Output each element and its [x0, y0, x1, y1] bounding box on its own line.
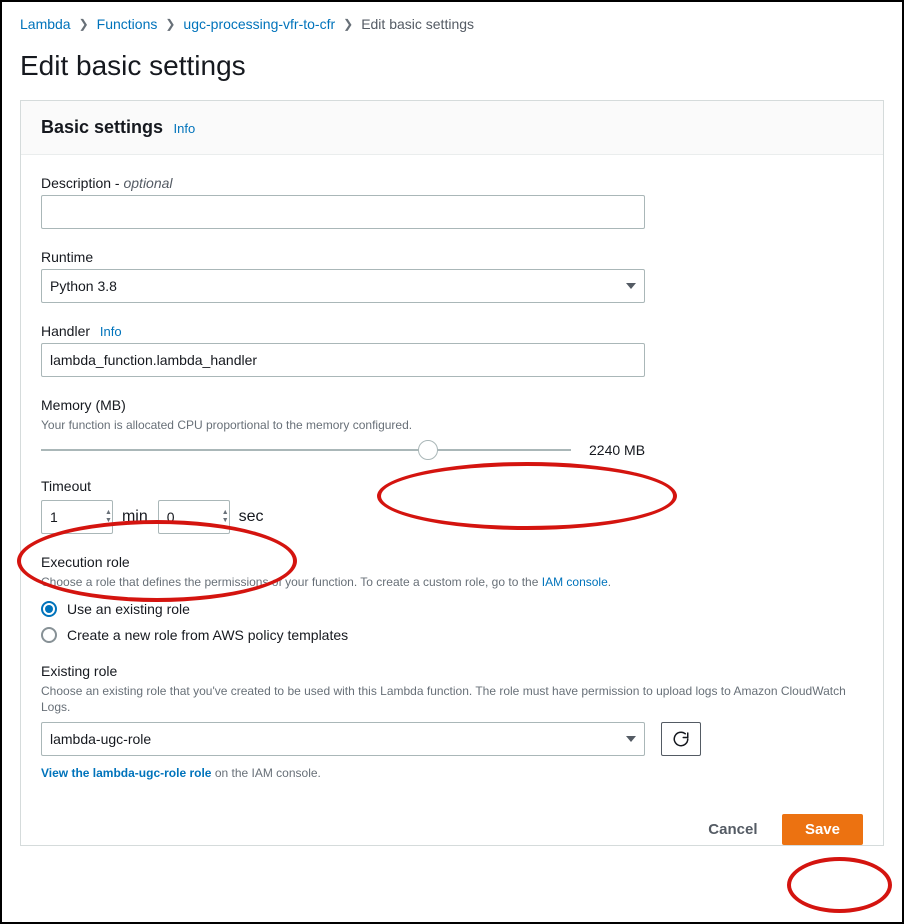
memory-helper: Your function is allocated CPU proportio… — [41, 417, 863, 434]
panel-title: Basic settings — [41, 117, 163, 137]
breadcrumb: Lambda ❯ Functions ❯ ugc-processing-vfr-… — [20, 16, 884, 32]
refresh-button[interactable] — [661, 722, 701, 756]
annotation-save — [787, 857, 892, 913]
timeout-label: Timeout — [41, 478, 863, 494]
execution-role-label: Execution role — [41, 554, 863, 570]
breadcrumb-lambda[interactable]: Lambda — [20, 16, 71, 32]
memory-value: 2240 MB — [589, 442, 645, 458]
existing-role-helper: Choose an existing role that you've crea… — [41, 683, 863, 717]
timeout-sec-input[interactable] — [158, 500, 230, 534]
panel-info-link[interactable]: Info — [174, 121, 196, 136]
memory-field: Memory (MB) Your function is allocated C… — [41, 397, 863, 458]
description-label-dash: - — [111, 175, 123, 191]
handler-label: Handler Info — [41, 323, 863, 339]
existing-role-select[interactable]: lambda-ugc-role — [41, 722, 645, 756]
description-label: Description - optional — [41, 175, 863, 191]
memory-label: Memory (MB) — [41, 397, 863, 413]
existing-role-value: lambda-ugc-role — [50, 731, 151, 747]
action-row: Cancel Save — [21, 800, 883, 845]
runtime-value: Python 3.8 — [50, 278, 117, 294]
breadcrumb-functions[interactable]: Functions — [97, 16, 158, 32]
caret-down-icon — [626, 736, 636, 742]
radio-create-label: Create a new role from AWS policy templa… — [67, 627, 348, 643]
basic-settings-panel: Basic settings Info Description - option… — [20, 100, 884, 846]
radio-unchecked-icon — [41, 627, 57, 643]
execution-role-helper-suffix: . — [608, 575, 611, 589]
description-label-text: Description — [41, 175, 111, 191]
chevron-right-icon: ❯ — [165, 17, 175, 31]
handler-input[interactable] — [41, 343, 645, 377]
chevron-right-icon: ❯ — [343, 17, 353, 31]
chevron-right-icon: ❯ — [79, 17, 89, 31]
memory-slider[interactable] — [41, 449, 571, 451]
timeout-sec-unit: sec — [239, 508, 264, 526]
radio-create-role[interactable]: Create a new role from AWS policy templa… — [41, 627, 863, 643]
panel-header: Basic settings Info — [21, 101, 883, 155]
handler-field: Handler Info — [41, 323, 863, 377]
timeout-min-input[interactable] — [41, 500, 113, 534]
breadcrumb-current: Edit basic settings — [361, 16, 474, 32]
existing-role-field: Existing role Choose an existing role th… — [41, 663, 863, 781]
handler-label-text: Handler — [41, 323, 90, 339]
radio-existing-role[interactable]: Use an existing role — [41, 601, 863, 617]
save-button[interactable]: Save — [782, 814, 863, 845]
execution-role-field: Execution role Choose a role that define… — [41, 554, 863, 643]
refresh-icon — [672, 730, 690, 748]
radio-checked-icon — [41, 601, 57, 617]
view-role-suffix: on the IAM console. — [211, 766, 320, 780]
runtime-select[interactable]: Python 3.8 — [41, 269, 645, 303]
iam-console-link[interactable]: IAM console — [542, 575, 608, 589]
description-field: Description - optional — [41, 175, 863, 229]
memory-slider-thumb[interactable] — [418, 440, 438, 460]
view-role-link[interactable]: View the lambda-ugc-role role — [41, 766, 211, 780]
breadcrumb-function-name[interactable]: ugc-processing-vfr-to-cfr — [183, 16, 335, 32]
radio-existing-label: Use an existing role — [67, 601, 190, 617]
execution-role-helper: Choose a role that defines the permissio… — [41, 574, 863, 591]
timeout-field: Timeout ▲▼ min ▲▼ sec — [41, 478, 863, 534]
description-label-optional: optional — [123, 175, 172, 191]
runtime-label: Runtime — [41, 249, 863, 265]
cancel-button[interactable]: Cancel — [708, 821, 757, 838]
page-title: Edit basic settings — [20, 50, 884, 82]
execution-role-helper-text: Choose a role that defines the permissio… — [41, 575, 542, 589]
description-input[interactable] — [41, 195, 645, 229]
timeout-min-unit: min — [122, 508, 148, 526]
handler-info-link[interactable]: Info — [100, 324, 122, 339]
existing-role-label: Existing role — [41, 663, 863, 679]
caret-down-icon — [626, 283, 636, 289]
runtime-field: Runtime Python 3.8 — [41, 249, 863, 303]
